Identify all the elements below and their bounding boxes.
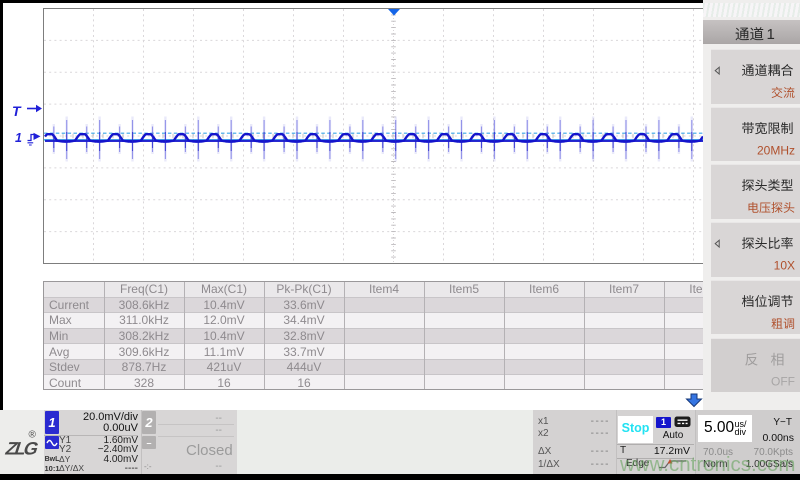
- svg-text:T: T: [12, 103, 22, 119]
- svg-text:OFF: OFF: [771, 374, 795, 388]
- svg-text:20MHz: 20MHz: [757, 143, 795, 157]
- svg-text:®: ®: [29, 430, 37, 441]
- svg-text:ZLG: ZLG: [3, 438, 41, 458]
- svg-text:10X: 10X: [774, 259, 795, 273]
- svg-text:1: 1: [15, 131, 22, 145]
- svg-text:1: 1: [767, 26, 775, 43]
